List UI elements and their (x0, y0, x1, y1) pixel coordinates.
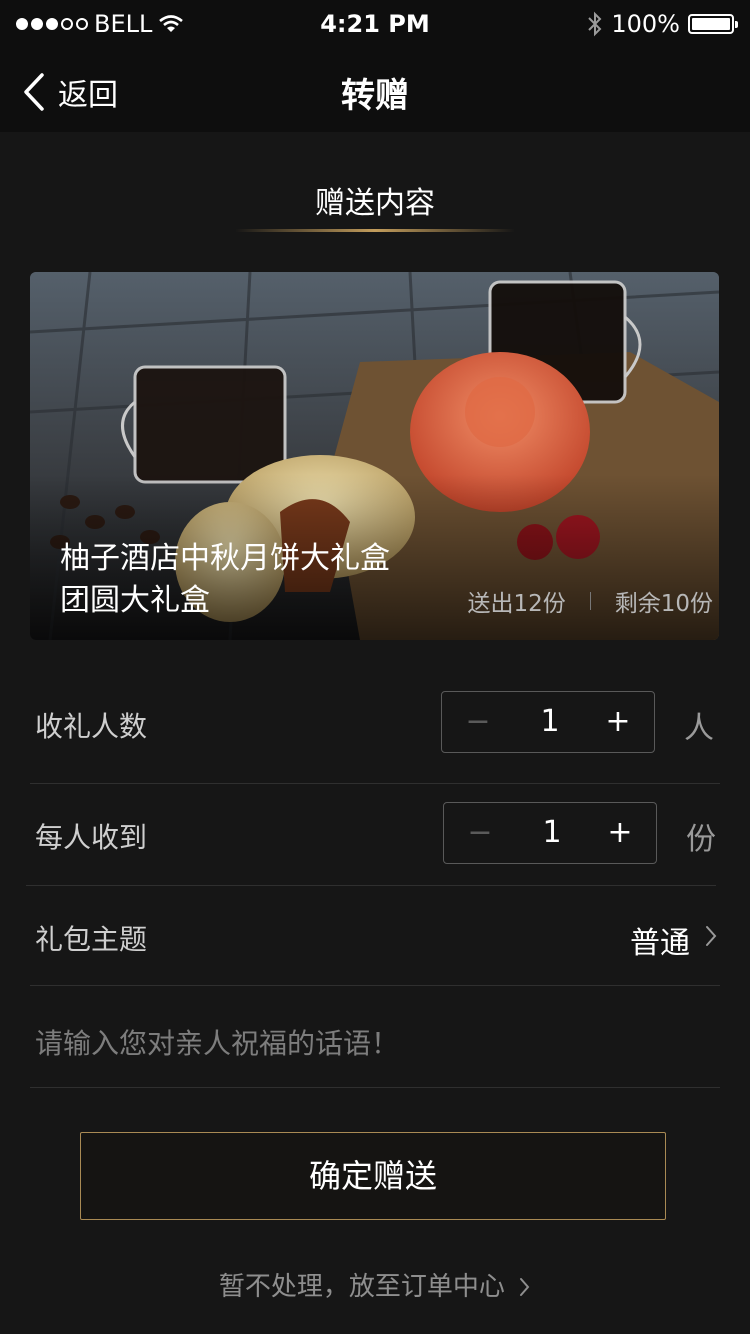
product-name: 柚子酒店中秋月饼大礼盒 团圆大礼盒 (60, 538, 390, 622)
product-name-line-1: 柚子酒店中秋月饼大礼盒 (60, 541, 390, 576)
divider (26, 885, 716, 886)
recipients-plus-button[interactable]: + (582, 692, 654, 752)
chevron-right-icon (706, 926, 717, 946)
sent-count: 送出12份 (467, 591, 566, 617)
recipients-stepper[interactable]: − 1 + (441, 691, 655, 753)
theme-value: 普通 (630, 926, 690, 961)
nav-bar: 返回 转赠 (0, 50, 750, 132)
theme-label: 礼包主题 (35, 923, 148, 956)
per-person-stepper[interactable]: − 1 + (443, 802, 657, 864)
per-person-quantity: 1 (542, 815, 562, 850)
section-underline (235, 229, 515, 232)
recipients-unit: 人 (684, 711, 714, 746)
divider (30, 1087, 720, 1088)
remaining-count: 剩余10份 (614, 591, 713, 617)
per-person-minus-button[interactable]: − (444, 803, 516, 863)
per-person-plus-button[interactable]: + (584, 803, 656, 863)
defer-link-label: 暂不处理，放至订单中心 (218, 1272, 505, 1302)
status-right: 100% (587, 10, 738, 38)
product-stats: 送出12份 剩余10份 (467, 584, 713, 618)
page-title: 转赠 (341, 76, 409, 116)
divider (30, 985, 720, 986)
product-name-line-2: 团圆大礼盒 (60, 583, 210, 618)
status-bar: BELL 4:21 PM 100% (0, 0, 750, 50)
battery-icon (688, 14, 738, 34)
section-title: 赠送内容 (315, 186, 435, 221)
divider (30, 783, 720, 784)
recipients-label: 收礼人数 (35, 710, 148, 743)
per-person-label: 每人收到 (35, 821, 148, 854)
product-banner[interactable]: 柚子酒店中秋月饼大礼盒 团圆大礼盒 送出12份 剩余10份 (30, 272, 719, 640)
bluetooth-icon (588, 11, 602, 37)
theme-row[interactable]: 礼包主题 普通 (30, 918, 720, 961)
defer-to-order-center-link[interactable]: 暂不处理，放至订单中心 (0, 1266, 750, 1303)
battery-percent: 100% (611, 10, 680, 38)
blessing-message-input[interactable] (30, 1015, 720, 1071)
stat-divider (589, 592, 591, 610)
recipients-quantity: 1 (540, 704, 560, 739)
confirm-gift-button[interactable]: 确定赠送 (80, 1132, 666, 1220)
recipients-minus-button[interactable]: − (442, 692, 514, 752)
chevron-right-icon (520, 1278, 530, 1296)
per-person-unit: 份 (686, 822, 716, 857)
